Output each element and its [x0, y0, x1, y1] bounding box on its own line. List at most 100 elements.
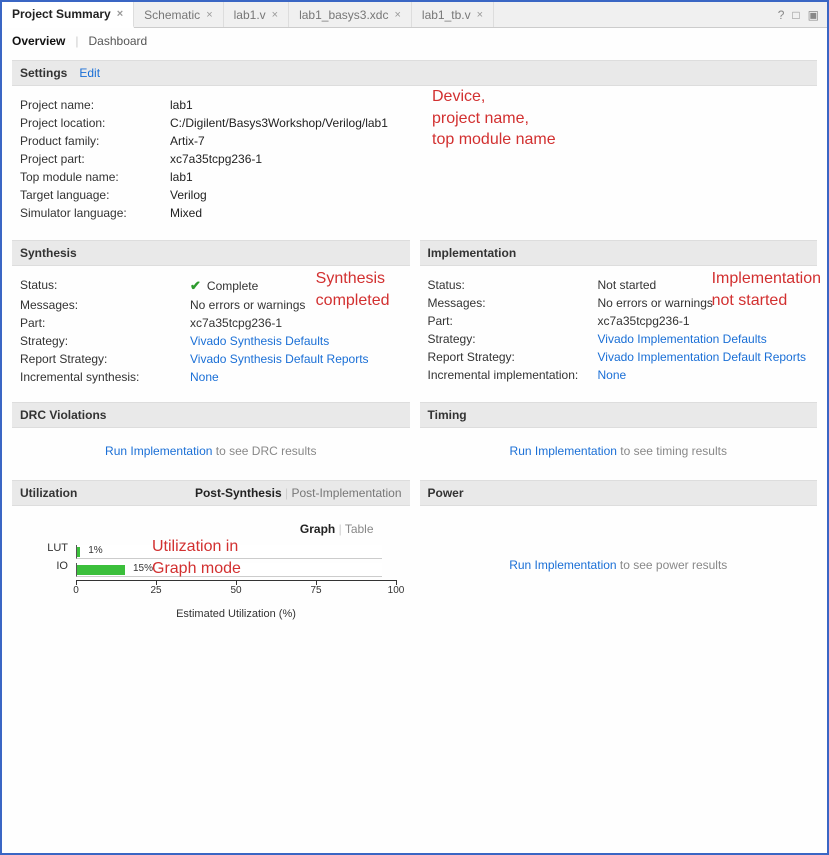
- close-icon[interactable]: ×: [117, 8, 123, 20]
- synth-incremental-value[interactable]: None: [190, 370, 219, 384]
- tab-schematic[interactable]: Schematic ×: [134, 2, 223, 27]
- target-language-value[interactable]: Verilog: [170, 188, 207, 202]
- synthesis-title: Synthesis: [20, 246, 77, 260]
- drc-run-implementation-link[interactable]: Run Implementation: [105, 444, 212, 458]
- close-icon[interactable]: ×: [477, 9, 483, 21]
- util-track: 15%: [76, 563, 382, 577]
- synth-messages-label: Messages:: [20, 298, 190, 312]
- project-name-label: Project name:: [20, 98, 170, 112]
- impl-report-strategy-value[interactable]: Vivado Implementation Default Reports: [598, 350, 807, 364]
- util-track: 1%: [76, 545, 382, 559]
- project-part-label: Project part:: [20, 152, 170, 166]
- util-category-label: LUT: [38, 542, 68, 554]
- utilization-body: Graph | Table LUT1%IO15%0255075100Estima…: [12, 506, 410, 644]
- synthesis-header: Synthesis: [12, 240, 410, 266]
- separator: |: [75, 34, 78, 48]
- product-family-value: Artix-7: [170, 134, 205, 148]
- impl-status-value: Not started: [598, 278, 657, 292]
- timing-run-implementation-link[interactable]: Run Implementation: [510, 444, 617, 458]
- power-title: Power: [428, 486, 464, 500]
- tab-project-summary[interactable]: Project Summary ×: [2, 2, 134, 28]
- synth-report-strategy-label: Report Strategy:: [20, 352, 190, 366]
- top-module-value[interactable]: lab1: [170, 170, 193, 184]
- project-location-value: C:/Digilent/Basys3Workshop/Verilog/lab1: [170, 116, 388, 130]
- util-tick-label: 100: [388, 585, 405, 596]
- subtab-overview[interactable]: Overview: [12, 34, 65, 48]
- impl-messages-label: Messages:: [428, 296, 598, 310]
- impl-strategy-value[interactable]: Vivado Implementation Defaults: [598, 332, 767, 346]
- help-icon[interactable]: ?: [778, 8, 785, 22]
- target-language-label: Target language:: [20, 188, 170, 202]
- implementation-body: Status:Not started Messages:No errors or…: [420, 266, 818, 400]
- util-category-label: IO: [38, 560, 68, 572]
- settings-body: Project name:lab1 Project location:C:/Di…: [12, 86, 817, 240]
- util-axis: 0255075100: [76, 580, 396, 594]
- synth-incremental-label: Incremental synthesis:: [20, 370, 190, 384]
- impl-messages-value: No errors or warnings: [598, 296, 713, 310]
- utilization-view-table[interactable]: Table: [345, 522, 374, 536]
- simulator-language-value[interactable]: Mixed: [170, 206, 202, 220]
- timing-rest-text: to see timing results: [617, 444, 727, 458]
- drc-title: DRC Violations: [20, 408, 106, 422]
- close-icon[interactable]: ×: [206, 9, 212, 21]
- settings-title: Settings: [20, 66, 67, 80]
- power-run-implementation-link[interactable]: Run Implementation: [509, 558, 616, 572]
- utilization-tab-post-implementation[interactable]: Post-Implementation: [291, 486, 401, 500]
- timing-title: Timing: [428, 408, 467, 422]
- util-percent-label: 1%: [88, 545, 102, 556]
- project-location-label: Project location:: [20, 116, 170, 130]
- subtab-dashboard[interactable]: Dashboard: [89, 34, 148, 48]
- impl-incremental-label: Incremental implementation:: [428, 368, 598, 382]
- util-tick-label: 75: [310, 585, 321, 596]
- summary-subtabs: Overview | Dashboard: [2, 28, 827, 54]
- util-bar: [77, 547, 80, 557]
- drc-rest-text: to see DRC results: [212, 444, 316, 458]
- synth-status-text: Complete: [207, 279, 258, 293]
- timing-body: Run Implementation to see timing results: [420, 428, 818, 480]
- impl-status-label: Status:: [428, 278, 598, 292]
- restore-icon[interactable]: ▣: [808, 8, 819, 22]
- impl-part-label: Part:: [428, 314, 598, 328]
- tab-label: lab1_tb.v: [422, 8, 471, 22]
- settings-edit-link[interactable]: Edit: [79, 66, 100, 80]
- tab-label: lab1_basys3.xdc: [299, 8, 388, 22]
- content-area: Settings Edit Project name:lab1 Project …: [2, 54, 827, 654]
- close-icon[interactable]: ×: [394, 9, 400, 21]
- implementation-title: Implementation: [428, 246, 517, 260]
- util-percent-label: 15%: [133, 563, 153, 574]
- maximize-icon[interactable]: □: [792, 8, 799, 22]
- synth-status-label: Status:: [20, 278, 190, 294]
- power-header: Power: [420, 480, 818, 506]
- simulator-language-label: Simulator language:: [20, 206, 170, 220]
- vivado-project-summary-window: Project Summary × Schematic × lab1.v × l…: [0, 0, 829, 855]
- tab-lab1-basys3-xdc[interactable]: lab1_basys3.xdc ×: [289, 2, 412, 27]
- tab-lab1-v[interactable]: lab1.v ×: [224, 2, 289, 27]
- tab-label: Project Summary: [12, 7, 111, 21]
- utilization-tab-post-synthesis[interactable]: Post-Synthesis: [195, 486, 282, 500]
- timing-header: Timing: [420, 402, 818, 428]
- utilization-view-graph[interactable]: Graph: [300, 522, 335, 536]
- drc-body: Run Implementation to see DRC results: [12, 428, 410, 480]
- impl-incremental-value[interactable]: None: [598, 368, 627, 382]
- power-rest-text: to see power results: [617, 558, 728, 572]
- util-bar: [77, 565, 125, 575]
- check-icon: ✔: [190, 278, 201, 294]
- close-icon[interactable]: ×: [272, 9, 278, 21]
- synth-strategy-label: Strategy:: [20, 334, 190, 348]
- implementation-header: Implementation: [420, 240, 818, 266]
- synth-report-strategy-value[interactable]: Vivado Synthesis Default Reports: [190, 352, 369, 366]
- synth-status-value: ✔ Complete: [190, 278, 258, 294]
- project-part-value[interactable]: xc7a35tcpg236-1: [170, 152, 262, 166]
- drc-header: DRC Violations: [12, 402, 410, 428]
- synthesis-body: Status:✔ Complete Messages:No errors or w…: [12, 266, 410, 402]
- util-tick-label: 25: [150, 585, 161, 596]
- synth-strategy-value[interactable]: Vivado Synthesis Defaults: [190, 334, 329, 348]
- synth-part-value: xc7a35tcpg236-1: [190, 316, 282, 330]
- editor-tabstrip: Project Summary × Schematic × lab1.v × l…: [2, 2, 827, 28]
- project-name-value: lab1: [170, 98, 193, 112]
- util-tick-label: 0: [73, 585, 79, 596]
- synth-messages-value: No errors or warnings: [190, 298, 305, 312]
- util-x-axis-label: Estimated Utilization (%): [76, 608, 396, 620]
- tab-lab1-tb-v[interactable]: lab1_tb.v ×: [412, 2, 494, 27]
- synth-part-label: Part:: [20, 316, 190, 330]
